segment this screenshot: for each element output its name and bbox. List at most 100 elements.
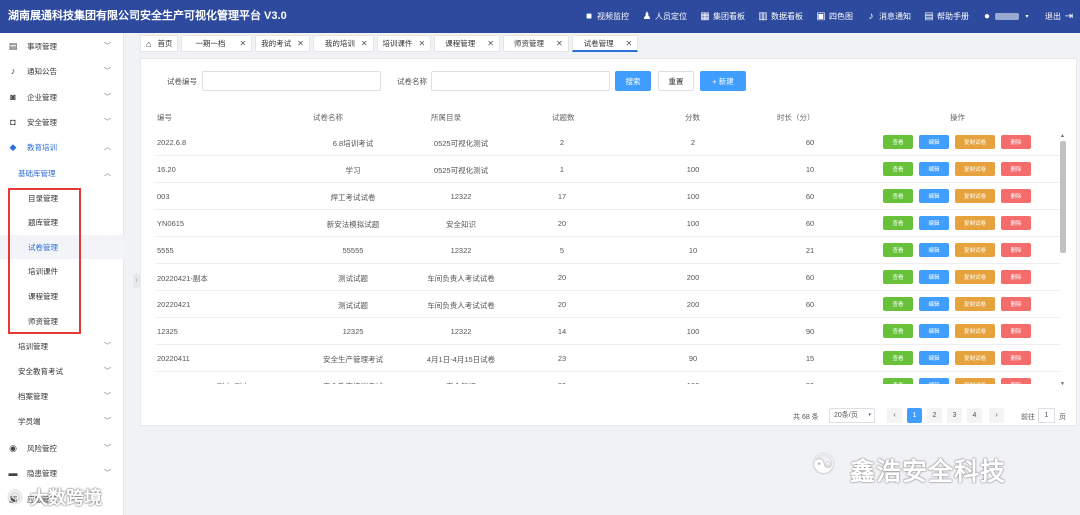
copy-paper-button[interactable]: 复制试卷: [955, 243, 995, 257]
nav-personnel-location[interactable]: ♟ 人员定位: [642, 11, 687, 22]
sidebar-item-notices[interactable]: ♪ 通知公告 ﹀: [0, 59, 124, 83]
delete-button[interactable]: 删除: [1001, 162, 1031, 176]
view-button[interactable]: 查看: [883, 243, 913, 257]
view-button[interactable]: 查看: [883, 324, 913, 338]
sidebar-item-education[interactable]: ◆ 教育培训 ︿: [0, 135, 124, 159]
view-button[interactable]: 查看: [883, 378, 913, 384]
nav-group-board[interactable]: ▦ 集团看板: [700, 11, 745, 22]
close-icon[interactable]: ✕: [626, 39, 633, 48]
goto-page-input[interactable]: 1: [1038, 408, 1055, 423]
copy-paper-button[interactable]: 复制试卷: [955, 216, 995, 230]
copy-paper-button[interactable]: 复制试卷: [955, 270, 995, 284]
nav-help-manual[interactable]: ▤ 帮助手册: [924, 11, 969, 22]
scroll-down-icon[interactable]: ▼: [1060, 381, 1065, 387]
close-icon[interactable]: ✕: [487, 39, 494, 48]
page-size-select[interactable]: 20条/页 ▾: [829, 408, 875, 423]
view-button[interactable]: 查看: [883, 216, 913, 230]
create-button[interactable]: + 新建: [700, 71, 746, 91]
sidebar-item-risk-control[interactable]: ◉ 风险管控 ﹀: [0, 436, 124, 460]
edit-button[interactable]: 编辑: [919, 162, 949, 176]
delete-button[interactable]: 删除: [1001, 324, 1031, 338]
sidebar-item-safety-exam[interactable]: 安全教育考试 ﹀: [0, 359, 124, 383]
nav-video-monitor[interactable]: ■ 视频监控: [584, 11, 629, 22]
page-4[interactable]: 4: [967, 408, 982, 423]
page-1[interactable]: 1: [907, 408, 922, 423]
copy-paper-button[interactable]: 复制试卷: [955, 135, 995, 149]
delete-button[interactable]: 删除: [1001, 297, 1031, 311]
tab-home[interactable]: ⌂ 首页: [140, 35, 179, 52]
scroll-up-icon[interactable]: ▲: [1060, 133, 1065, 139]
page-3[interactable]: 3: [947, 408, 962, 423]
tab-my-training[interactable]: 我的培训 ✕: [312, 35, 374, 52]
view-button[interactable]: 查看: [883, 189, 913, 203]
close-icon[interactable]: ✕: [239, 39, 246, 48]
sidebar-item-hazards[interactable]: ▬ 隐患管理 ﹀: [0, 461, 124, 485]
reset-button[interactable]: 重置: [658, 71, 694, 91]
sidebar-item-matters[interactable]: ▤ 事项管理 ﹀: [0, 34, 124, 58]
app-title: 湖南展通科技集团有限公司安全生产可视化管理平台 V3.0: [8, 10, 287, 22]
source-logo-watermark: ◎: [8, 488, 22, 505]
next-page-button[interactable]: ›: [989, 408, 1004, 423]
close-icon[interactable]: ✕: [419, 39, 426, 48]
view-button[interactable]: 查看: [883, 135, 913, 149]
sidebar-item-enterprise[interactable]: ◙ 企业管理 ﹀: [0, 85, 124, 109]
delete-button[interactable]: 删除: [1001, 270, 1031, 284]
nav-four-color-map[interactable]: ▣ 四色图: [816, 11, 853, 22]
view-button[interactable]: 查看: [883, 297, 913, 311]
prev-page-button[interactable]: ‹: [887, 408, 902, 423]
delete-button[interactable]: 删除: [1001, 243, 1031, 257]
delete-button[interactable]: 删除: [1001, 351, 1031, 365]
paper-no-input[interactable]: [202, 71, 381, 91]
copy-paper-button[interactable]: 复制试卷: [955, 324, 995, 338]
edit-button[interactable]: 编辑: [919, 297, 949, 311]
view-button[interactable]: 查看: [883, 162, 913, 176]
sidebar-item-student-portal[interactable]: 学员端 ﹀: [0, 409, 124, 433]
edit-button[interactable]: 编辑: [919, 216, 949, 230]
page-2[interactable]: 2: [927, 408, 942, 423]
tab-paper-management[interactable]: 试卷管理 ✕: [571, 35, 639, 52]
user-menu[interactable]: ● ▾: [982, 11, 1032, 22]
edit-button[interactable]: 编辑: [919, 351, 949, 365]
edit-button[interactable]: 编辑: [919, 270, 949, 284]
delete-button[interactable]: 删除: [1001, 216, 1031, 230]
close-icon[interactable]: ✕: [361, 39, 368, 48]
sidebar-item-archives[interactable]: 档案管理 ﹀: [0, 384, 124, 408]
sidebar-item-training[interactable]: 培训管理 ﹀: [0, 334, 124, 358]
copy-paper-button[interactable]: 复制试卷: [955, 162, 995, 176]
delete-button[interactable]: 删除: [1001, 135, 1031, 149]
sidebar-item-base-library[interactable]: 基础库管理 ︿: [0, 161, 124, 185]
search-button[interactable]: 搜索: [615, 71, 651, 91]
edit-button[interactable]: 编辑: [919, 378, 949, 384]
table-scrollbar[interactable]: ▲ ▼: [1059, 133, 1067, 389]
edit-button[interactable]: 编辑: [919, 135, 949, 149]
close-icon[interactable]: ✕: [556, 39, 563, 48]
copy-paper-button[interactable]: 复制试卷: [955, 351, 995, 365]
tab-one-period-one-file[interactable]: 一期一档 ✕: [181, 35, 253, 52]
paper-name-input[interactable]: [431, 71, 610, 91]
close-icon[interactable]: ✕: [297, 39, 304, 48]
edit-button[interactable]: 编辑: [919, 189, 949, 203]
copy-paper-button[interactable]: 复制试卷: [955, 378, 995, 384]
delete-button[interactable]: 删除: [1001, 378, 1031, 384]
sidebar-collapse-handle[interactable]: ‹: [133, 274, 140, 288]
logout-button[interactable]: 退出 ⇥: [1045, 11, 1074, 22]
chevron-up-icon: ︿: [104, 144, 111, 151]
copy-paper-button[interactable]: 复制试卷: [955, 189, 995, 203]
copy-paper-button[interactable]: 复制试卷: [955, 297, 995, 311]
nav-data-board[interactable]: ▥ 数据看板: [758, 11, 803, 22]
tab-teachers[interactable]: 师资管理 ✕: [502, 35, 569, 52]
nav-notifications[interactable]: ♪ 消息通知: [866, 11, 912, 22]
page-size-value: 20条/页: [834, 412, 858, 419]
row-actions: 查看编辑复制试卷删除: [883, 270, 1031, 284]
edit-button[interactable]: 编辑: [919, 243, 949, 257]
sidebar-item-safety[interactable]: ◘ 安全管理 ﹀: [0, 110, 124, 134]
view-button[interactable]: 查看: [883, 270, 913, 284]
tab-courses[interactable]: 课程管理 ✕: [434, 35, 500, 52]
tab-courseware[interactable]: 培训课件 ✕: [376, 35, 432, 52]
delete-button[interactable]: 删除: [1001, 189, 1031, 203]
view-button[interactable]: 查看: [883, 351, 913, 365]
scrollbar-thumb[interactable]: [1060, 141, 1066, 253]
tab-my-exams[interactable]: 我的考试 ✕: [255, 35, 310, 52]
edit-button[interactable]: 编辑: [919, 324, 949, 338]
cell-question-count: 20: [557, 219, 567, 228]
